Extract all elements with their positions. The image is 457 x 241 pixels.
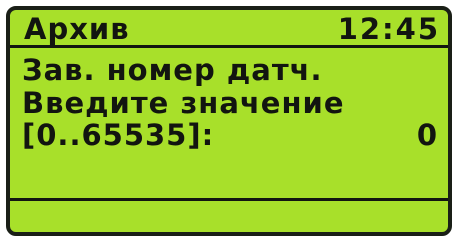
parameter-name: Зав. номер датч. xyxy=(22,53,323,87)
lcd-screen: Архив 12:45 Зав. номер датч. Введите зна… xyxy=(6,6,452,236)
header-bar: Архив 12:45 xyxy=(10,10,448,48)
range-label: [0..65535]: xyxy=(22,118,215,152)
prompt-text: Введите значение xyxy=(22,86,345,120)
value-input[interactable]: 0 xyxy=(417,120,438,150)
screen-title: Архив xyxy=(24,12,130,46)
clock: 12:45 xyxy=(337,12,440,46)
footer-divider xyxy=(10,198,448,201)
